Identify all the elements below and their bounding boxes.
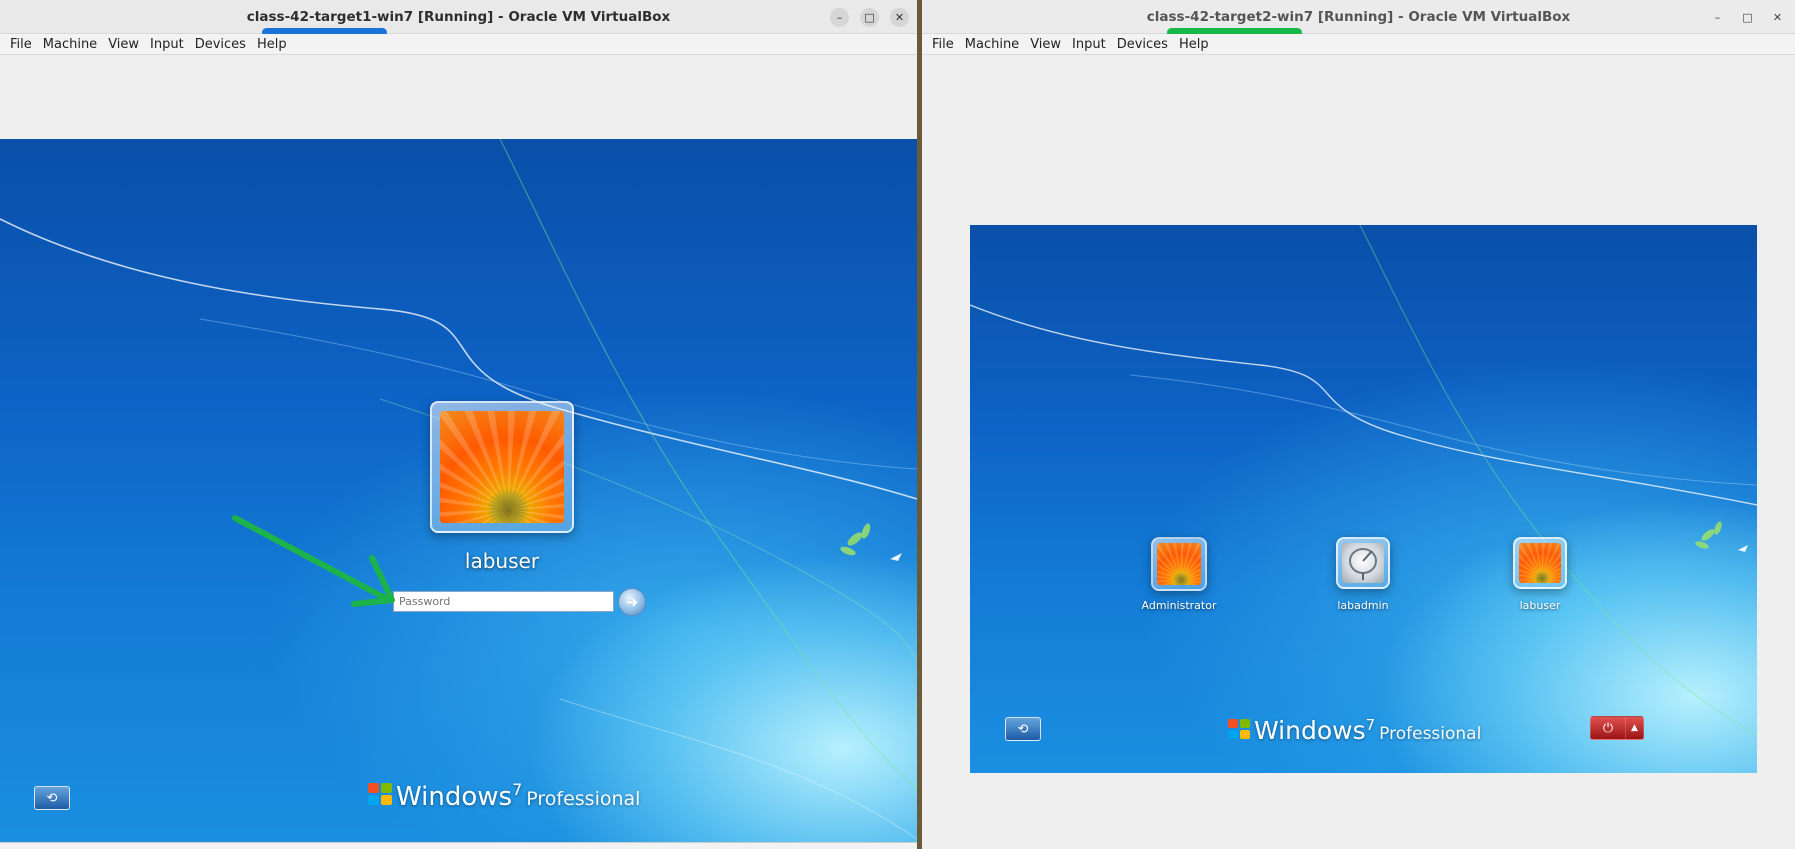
menu-devices[interactable]: Devices — [1113, 34, 1175, 54]
menu-machine[interactable]: Machine — [961, 34, 1026, 54]
caret-up-icon: ▲ — [1631, 723, 1638, 733]
ease-of-access-button[interactable]: ⟲ — [1005, 717, 1041, 741]
menu-help[interactable]: Help — [1175, 34, 1216, 54]
username-label: labuser — [1519, 599, 1561, 612]
ease-of-access-icon: ⟲ — [1017, 721, 1029, 737]
close-button[interactable]: ✕ — [1768, 8, 1787, 27]
guest-screen[interactable]: Administrator labadmin labuser ⟲ Windows… — [970, 225, 1757, 773]
leaf-decoration — [1695, 521, 1722, 549]
pointer-arrow-annotation — [232, 515, 395, 607]
brand-version: 7 — [1365, 716, 1376, 734]
satellite-dish-icon — [1342, 543, 1384, 583]
user-tile-administrator[interactable] — [1151, 537, 1207, 591]
menu-view[interactable]: View — [1026, 34, 1068, 54]
minimize-button[interactable]: – — [1708, 8, 1727, 27]
username-label: Administrator — [1141, 599, 1217, 612]
windows-logo-icon — [1228, 719, 1250, 739]
user-picture — [1519, 543, 1561, 583]
horizontal-scrollbar[interactable] — [0, 842, 917, 849]
titlebar[interactable]: class-42-target2-win7 [Running] - Oracle… — [922, 0, 1795, 37]
menubar: File Machine View Input Devices Help — [922, 34, 1795, 55]
menu-file[interactable]: File — [928, 34, 961, 54]
user-tile-labuser[interactable] — [1513, 537, 1567, 589]
brand-word: Windows — [1254, 716, 1366, 745]
power-icon: ⏻ — [1602, 720, 1614, 736]
user-tile-labadmin[interactable] — [1336, 537, 1390, 589]
shutdown-control: ⏻ ▲ — [1590, 716, 1644, 740]
window-title: class-42-target2-win7 [Running] - Oracle… — [1146, 9, 1571, 25]
menu-input[interactable]: Input — [1068, 34, 1113, 54]
vm-window-target1: class-42-target1-win7 [Running] - Oracle… — [0, 0, 917, 849]
shutdown-button[interactable]: ⏻ — [1590, 716, 1626, 740]
brand-edition: Professional — [1379, 724, 1482, 744]
maximize-button[interactable]: □ — [1738, 8, 1757, 27]
windows7-branding: Windows 7 Professional — [1228, 716, 1481, 745]
user-picture — [1157, 543, 1201, 585]
vm-window-target2: class-42-target2-win7 [Running] - Oracle… — [922, 0, 1795, 849]
bird-decoration — [1738, 545, 1748, 552]
wallpaper-swirl — [970, 225, 1757, 736]
shutdown-options-button[interactable]: ▲ — [1626, 716, 1644, 740]
username-label: labadmin — [1337, 599, 1389, 612]
